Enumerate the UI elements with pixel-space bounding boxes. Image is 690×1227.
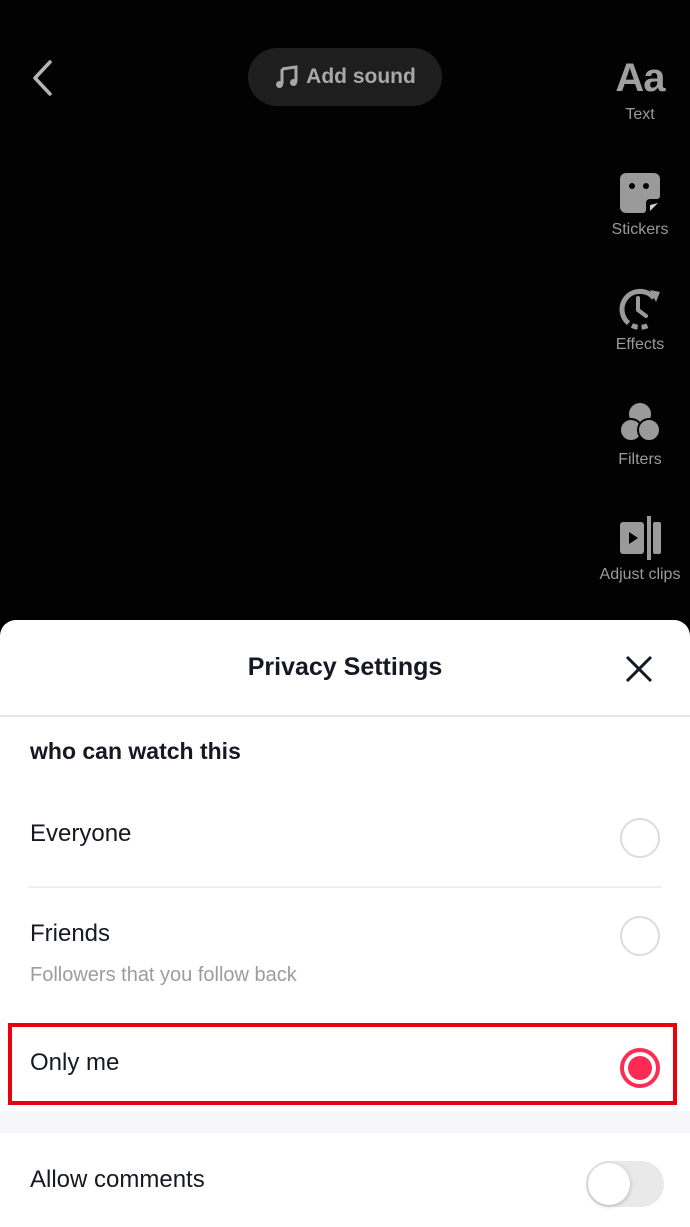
section-label: who can watch this <box>30 738 241 764</box>
allow-comments-toggle[interactable] <box>586 1161 664 1207</box>
radio-everyone[interactable] <box>620 818 660 858</box>
sheet-header: Privacy Settings <box>0 620 690 717</box>
tool-label: Adjust clips <box>599 566 681 583</box>
toggle-knob <box>588 1163 630 1205</box>
option-label: Friends <box>30 920 111 947</box>
tool-adjust-clips[interactable]: Adjust clips <box>590 514 690 584</box>
tool-label: Text <box>625 106 655 123</box>
tool-filters[interactable]: Filters <box>590 399 690 469</box>
option-description: Followers that you follow back <box>30 964 297 986</box>
text-aa-icon: Aa <box>615 55 665 100</box>
highlight-box <box>8 1023 677 1105</box>
music-note-icon <box>276 65 298 88</box>
tool-label: Filters <box>618 451 662 468</box>
option-everyone[interactable]: Everyone <box>0 800 690 885</box>
section-gap <box>0 1111 690 1133</box>
effects-timer-icon <box>619 288 661 330</box>
back-button[interactable] <box>26 58 60 98</box>
close-button[interactable] <box>624 654 654 684</box>
allow-comments-label: Allow comments <box>30 1166 205 1193</box>
add-sound-button[interactable]: Add sound <box>248 48 442 106</box>
option-friends[interactable]: Friends Followers that you follow back <box>0 900 690 1010</box>
add-sound-label: Add sound <box>306 65 416 88</box>
chevron-left-icon <box>33 60 52 96</box>
sticker-icon <box>620 173 660 213</box>
adjust-clips-icon <box>620 516 661 560</box>
filters-icon <box>619 403 661 442</box>
radio-friends[interactable] <box>620 916 660 956</box>
tool-stickers[interactable]: Stickers <box>590 169 690 239</box>
tool-effects[interactable]: Effects <box>590 284 690 354</box>
tool-label: Effects <box>615 336 665 353</box>
privacy-settings-sheet: Privacy Settings who can watch this Ever… <box>0 620 690 1227</box>
close-icon <box>625 655 653 683</box>
option-label: Everyone <box>30 820 132 847</box>
sheet-title: Privacy Settings <box>247 653 443 681</box>
tool-text[interactable]: Aa Text <box>590 54 690 124</box>
tool-label: Stickers <box>611 221 669 238</box>
divider <box>28 886 662 888</box>
